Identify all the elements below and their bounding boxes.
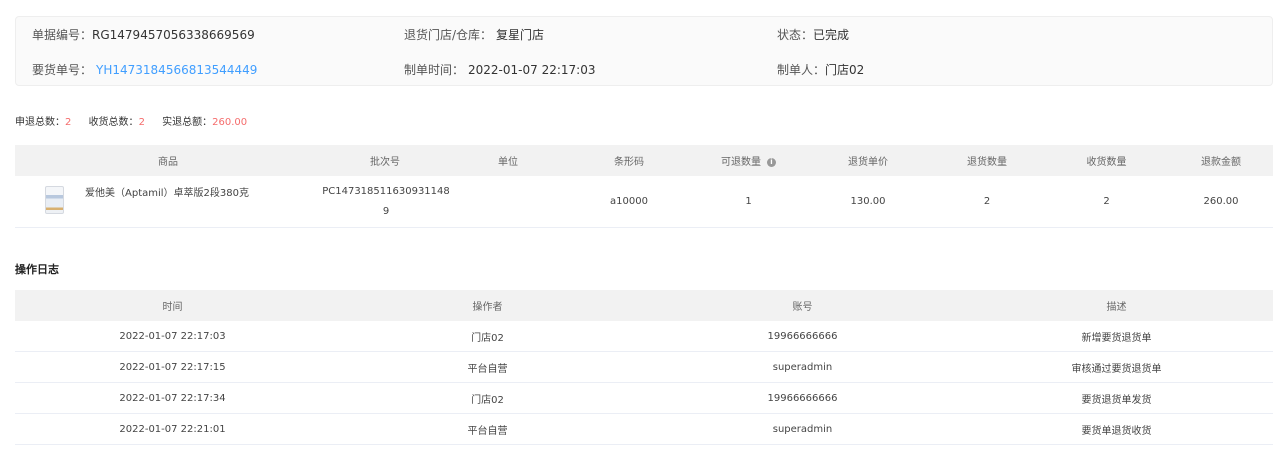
unit-cell: [449, 176, 567, 228]
log-operator: 门店02: [330, 321, 645, 352]
created-time-value: 2022-01-07 22:17:03: [468, 63, 596, 77]
column-header-unit: 单位: [449, 145, 567, 176]
table-row: 爱他美（Aptamil）卓萃版2段380克 PC1473185116309311…: [15, 176, 1273, 228]
goods-table-header: 商品 批次号 单位 条形码 可退数量 i 退货单价 退货数量 收货数量 退款金额: [15, 145, 1273, 176]
table-row: 2022-01-07 22:17:03 门店02 19966666666 新增要…: [15, 321, 1273, 352]
refund-amount-cell: 260.00: [1169, 176, 1273, 228]
summary-bar: 申退总数：2 收货总数：2 实退总额：260.00: [15, 116, 261, 130]
log-account: superadmin: [645, 351, 960, 383]
column-header-description: 描述: [960, 290, 1273, 321]
log-description: 新增要货退货单: [960, 321, 1273, 352]
log-time: 2022-01-07 22:17:03: [15, 321, 330, 352]
returnable-qty-cell: 1: [691, 176, 806, 228]
status-field: 状态：已完成: [777, 27, 849, 43]
log-account: 19966666666: [645, 321, 960, 352]
store-field: 退货门店/仓库： 复星门店: [404, 27, 544, 43]
creator-label: 制单人：: [777, 63, 826, 77]
return-qty-cell: 2: [930, 176, 1044, 228]
store-label: 退货门店/仓库：: [404, 28, 493, 42]
goods-table: 商品 批次号 单位 条形码 可退数量 i 退货单价 退货数量 收货数量 退款金额 …: [15, 145, 1273, 228]
operation-log-table: 时间 操作者 账号 描述 2022-01-07 22:17:03 门店02 19…: [15, 290, 1273, 445]
barcode-cell: a10000: [567, 176, 691, 228]
product-name: 爱他美（Aptamil）卓萃版2段380克: [85, 188, 249, 199]
column-header-refund-amount: 退款金额: [1169, 145, 1273, 176]
created-time-label: 制单时间：: [404, 63, 465, 77]
actual-amount: 实退总额：260.00: [162, 117, 247, 128]
order-info-panel: 单据编号：RG1479457056338669569 退货门店/仓库： 复星门店 …: [15, 16, 1273, 86]
creator-value: 门店02: [825, 63, 865, 77]
status-value: 已完成: [813, 28, 850, 42]
milk-powder-can-icon: [45, 186, 64, 214]
table-row: 2022-01-07 22:17:34 门店02 19966666666 要货退…: [15, 382, 1273, 414]
table-row: 2022-01-07 22:17:15 平台自营 superadmin 审核通过…: [15, 351, 1273, 383]
unit-price-cell: 130.00: [806, 176, 930, 228]
apply-total-label: 申退总数：: [15, 117, 65, 128]
column-header-returnable-qty: 可退数量 i: [691, 145, 806, 176]
column-header-unit-price: 退货单价: [806, 145, 930, 176]
status-label: 状态：: [777, 28, 814, 42]
actual-amount-value: 260.00: [212, 117, 248, 128]
column-header-product: 商品: [15, 145, 321, 176]
returnable-qty-label: 可退数量: [721, 157, 761, 168]
batch-no: PC1473185116309311489: [322, 185, 450, 217]
actual-amount-label: 实退总额：: [162, 117, 213, 128]
log-operator: 平台自营: [330, 351, 645, 383]
request-no-link[interactable]: YH1473184566813544449: [96, 63, 257, 77]
received-qty-cell: 2: [1044, 176, 1169, 228]
column-header-time: 时间: [15, 290, 330, 321]
column-header-return-qty: 退货数量: [930, 145, 1044, 176]
batch-no-cell: PC1473185116309311489: [321, 176, 450, 228]
apply-total: 申退总数：2: [15, 117, 71, 128]
doc-no-value: RG1479457056338669569: [92, 28, 255, 42]
received-total: 收货总数：2: [89, 117, 145, 128]
log-description: 要货退货单发货: [960, 382, 1273, 414]
log-account: 19966666666: [645, 382, 960, 414]
created-time-field: 制单时间： 2022-01-07 22:17:03: [404, 62, 595, 78]
apply-total-value: 2: [65, 117, 72, 128]
log-time: 2022-01-07 22:21:01: [15, 413, 330, 445]
info-icon[interactable]: i: [767, 157, 776, 167]
log-operator: 平台自营: [330, 413, 645, 445]
request-no-label: 要货单号：: [32, 63, 93, 77]
column-header-operator: 操作者: [330, 290, 645, 321]
log-table-header: 时间 操作者 账号 描述: [15, 290, 1273, 321]
log-operator: 门店02: [330, 382, 645, 414]
log-time: 2022-01-07 22:17:15: [15, 351, 330, 383]
column-header-barcode: 条形码: [567, 145, 691, 176]
doc-no-label: 单据编号：: [32, 28, 93, 42]
column-header-account: 账号: [645, 290, 960, 321]
creator-field: 制单人：门店02: [777, 62, 864, 78]
log-description: 要货单退货收货: [960, 413, 1273, 445]
column-header-batch: 批次号: [321, 145, 449, 176]
store-value: 复星门店: [496, 28, 545, 42]
log-description: 审核通过要货退货单: [960, 351, 1273, 383]
doc-no-field: 单据编号：RG1479457056338669569: [32, 27, 255, 43]
product-cell: 爱他美（Aptamil）卓萃版2段380克: [15, 176, 321, 228]
request-no-field: 要货单号： YH1473184566813544449: [32, 62, 257, 78]
received-total-value: 2: [138, 117, 145, 128]
log-account: superadmin: [645, 413, 960, 445]
received-total-label: 收货总数：: [88, 117, 139, 128]
table-row: 2022-01-07 22:21:01 平台自营 superadmin 要货单退…: [15, 413, 1273, 445]
column-header-received-qty: 收货数量: [1044, 145, 1169, 176]
operation-log-title: 操作日志: [15, 263, 59, 276]
log-time: 2022-01-07 22:17:34: [15, 382, 330, 414]
